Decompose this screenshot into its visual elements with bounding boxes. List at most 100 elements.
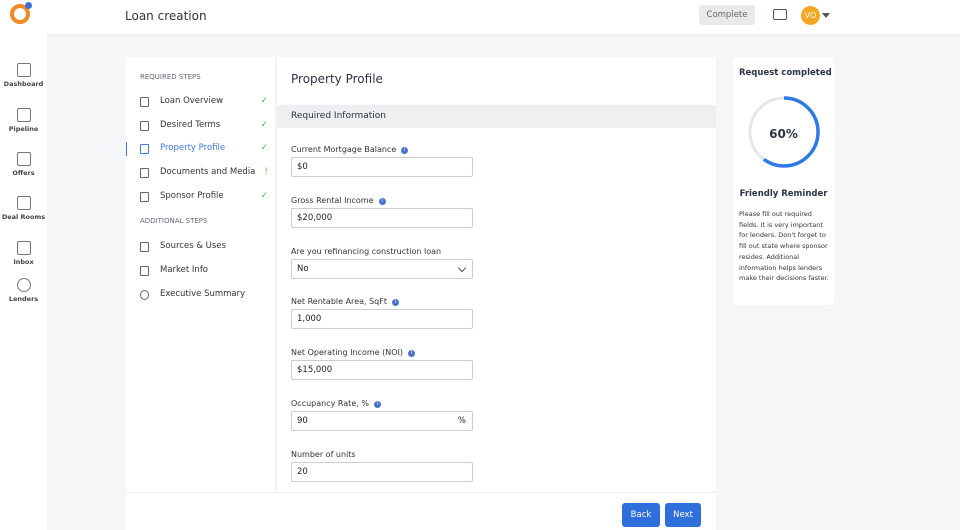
file-icon	[140, 168, 149, 178]
section-header: Required Information	[277, 105, 716, 128]
info-icon[interactable]: i	[373, 401, 381, 408]
noi-input[interactable]: $15,000	[291, 360, 473, 380]
mail-icon	[16, 241, 31, 255]
field-refinancing: Are you refinancing construction loan No	[291, 247, 591, 279]
document-icon	[140, 97, 149, 107]
net-rentable-area-input[interactable]: 1,000	[291, 309, 473, 329]
form-footer: Back Next	[126, 492, 716, 530]
step-label: Loan Overview	[160, 96, 224, 106]
warning-icon: !	[264, 167, 268, 177]
step-label: Desired Terms	[160, 120, 221, 130]
check-icon: ✓	[260, 120, 268, 130]
progress-percent: 60%	[769, 127, 798, 141]
field-gross-rental-income: Gross Rental Income i $20,000	[291, 196, 591, 228]
nav-dashboard[interactable]: Dashboard	[0, 63, 47, 88]
field-noi: Net Operating Income (NOI) i $15,000	[291, 348, 591, 380]
occupancy-rate-input[interactable]: 90%	[291, 411, 473, 431]
property-profile-form: Property Profile Required Information Cu…	[277, 57, 716, 492]
input-value: $20,000	[297, 213, 333, 223]
field-label: Current Mortgage Balance	[291, 145, 397, 154]
field-label: Net Rentable Area, SqFt	[291, 297, 387, 306]
dollar-doc-icon	[16, 152, 31, 166]
step-sponsor-profile[interactable]: Sponsor Profile ✓	[140, 190, 268, 204]
step-label: Executive Summary	[160, 289, 246, 299]
home-icon	[16, 63, 31, 77]
progress-title: Request completed	[739, 68, 832, 78]
input-value: 90	[297, 416, 308, 426]
step-loan-overview[interactable]: Loan Overview ✓	[140, 95, 268, 109]
complete-button[interactable]: Complete	[699, 5, 755, 25]
step-property-profile[interactable]: Property Profile ✓	[126, 142, 268, 156]
nav-label: Deal Rooms	[1, 213, 46, 221]
step-label: Documents and Media	[160, 167, 256, 177]
select-value: No	[297, 264, 309, 274]
step-sources-uses[interactable]: Sources & Uses	[140, 240, 268, 254]
app-logo[interactable]	[10, 2, 32, 24]
step-executive-summary[interactable]: Executive Summary	[140, 288, 268, 302]
briefcase-icon	[140, 121, 149, 131]
field-label: Net Operating Income (NOI)	[291, 348, 403, 357]
mortgage-balance-input[interactable]: $0	[291, 157, 473, 177]
field-label: Gross Rental Income	[291, 196, 374, 205]
nav-label: Offers	[12, 169, 35, 177]
required-steps-heading: REQUIRED STEPS	[140, 73, 201, 81]
gross-rental-income-input[interactable]: $20,000	[291, 208, 473, 228]
check-icon: ✓	[260, 96, 268, 106]
additional-steps-heading: ADDITIONAL STEPS	[140, 217, 208, 225]
nav-label: Inbox	[13, 258, 34, 266]
field-number-of-units: Number of units 20	[291, 450, 591, 482]
steps-panel: REQUIRED STEPS Loan Overview ✓ Desired Te…	[126, 57, 276, 492]
info-icon[interactable]: i	[378, 198, 386, 205]
wallet-icon	[140, 242, 149, 252]
nav-label: Dashboard	[3, 80, 44, 88]
nav-lenders[interactable]: Lenders	[0, 278, 47, 303]
top-header: Loan creation Complete VO	[0, 0, 960, 34]
chevron-down-icon[interactable]	[822, 13, 830, 22]
check-icon: ✓	[260, 143, 268, 153]
nav-deal-rooms[interactable]: Deal Rooms	[0, 196, 47, 221]
calendar-icon	[16, 196, 31, 210]
step-label: Property Profile	[160, 143, 226, 153]
input-value: 1,000	[297, 314, 322, 324]
info-icon[interactable]: i	[401, 147, 409, 154]
field-net-rentable-area: Net Rentable Area, SqFt i 1,000	[291, 297, 591, 329]
step-market-info[interactable]: Market Info	[140, 264, 268, 278]
nav-offers[interactable]: Offers	[0, 152, 47, 177]
input-value: 20	[297, 467, 308, 477]
nav-pipeline[interactable]: Pipeline	[0, 108, 47, 133]
step-desired-terms[interactable]: Desired Terms ✓	[140, 119, 268, 133]
nav-inbox[interactable]: Inbox	[0, 241, 47, 266]
chat-icon[interactable]	[773, 9, 787, 20]
id-card-icon	[140, 192, 149, 202]
input-value: $0	[297, 162, 308, 172]
field-occupancy-rate: Occupancy Rate, % i 90%	[291, 399, 591, 431]
left-nav: Dashboard Pipeline Offers Deal Rooms Inb…	[0, 34, 47, 530]
active-indicator	[126, 142, 127, 156]
chevron-down-icon	[457, 263, 467, 273]
check-icon: ✓	[260, 191, 268, 201]
info-icon[interactable]: i	[408, 350, 415, 357]
step-label: Sources & Uses	[160, 241, 226, 251]
next-button[interactable]: Next	[665, 503, 701, 527]
clipboard-icon	[16, 108, 31, 122]
avatar[interactable]: VO	[801, 6, 820, 25]
nav-label: Lenders	[8, 295, 39, 303]
form-title: Property Profile	[291, 72, 383, 86]
number-of-units-input[interactable]: 20	[291, 462, 473, 482]
field-mortgage-balance: Current Mortgage Balance i $0	[291, 145, 591, 177]
progress-card: Request completed 60% Friendly Reminder …	[733, 57, 834, 305]
step-documents-media[interactable]: Documents and Media!	[140, 166, 268, 180]
step-label: Market Info	[160, 265, 209, 275]
field-label: Are you refinancing construction loan	[291, 247, 442, 256]
info-icon[interactable]: i	[391, 299, 399, 306]
refinancing-select[interactable]: No	[291, 259, 473, 279]
step-label: Sponsor Profile	[160, 191, 224, 201]
users-icon	[16, 278, 31, 292]
percent-suffix: %	[457, 416, 466, 426]
pie-icon	[140, 290, 149, 300]
chart-icon	[140, 266, 149, 276]
input-value: $15,000	[297, 365, 333, 375]
back-button[interactable]: Back	[622, 503, 660, 527]
field-label: Occupancy Rate, %	[291, 399, 369, 408]
reminder-text: Please fill out required fields. It is v…	[739, 210, 829, 283]
